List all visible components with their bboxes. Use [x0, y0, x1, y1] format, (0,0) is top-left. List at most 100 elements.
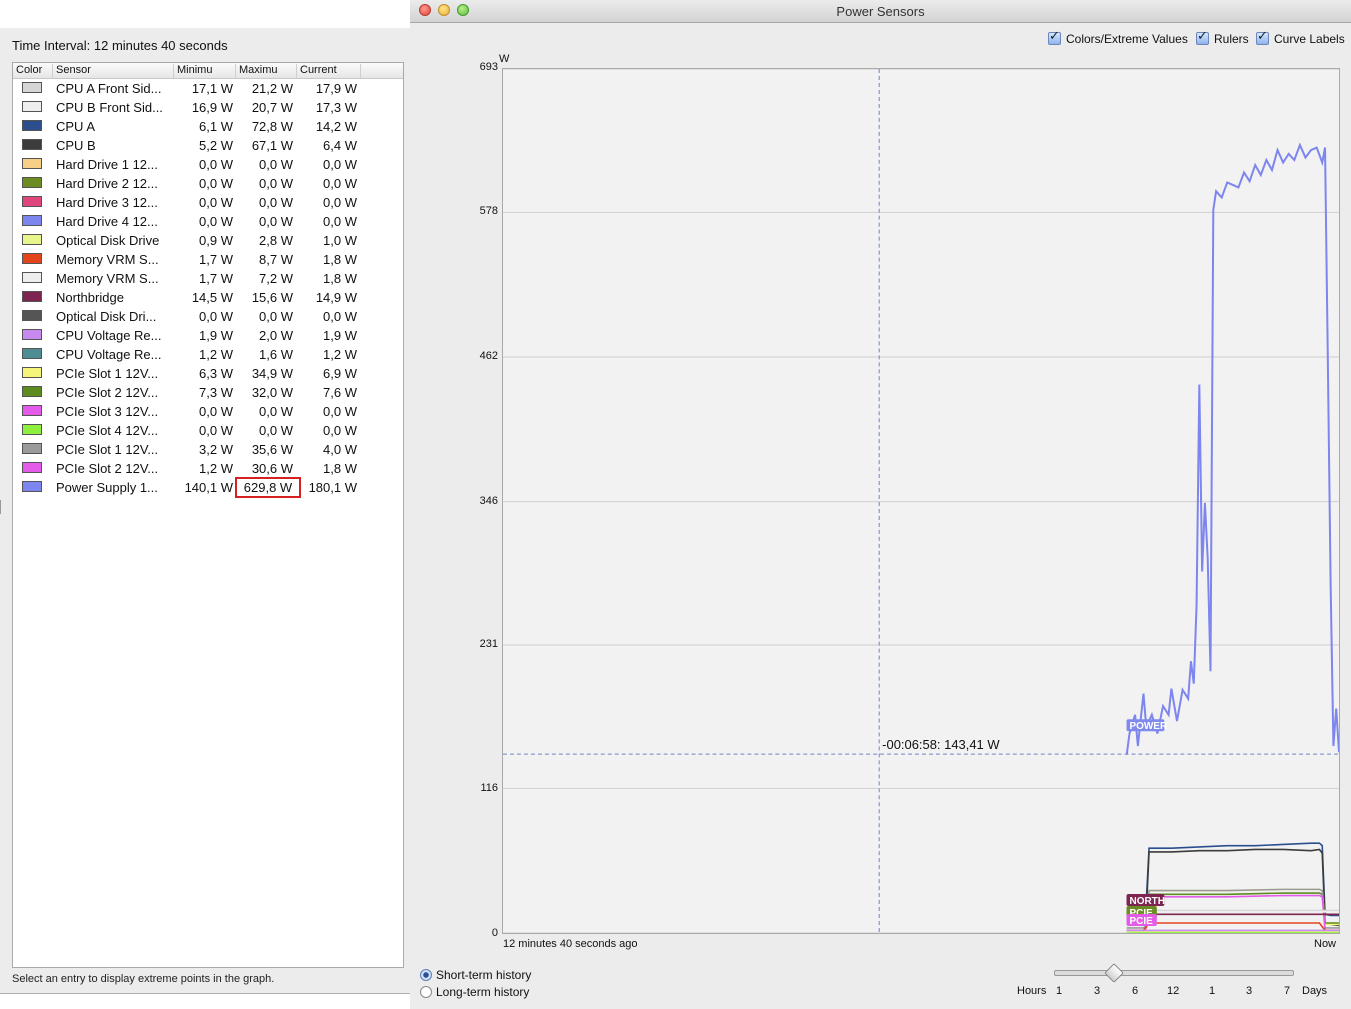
color-swatch: [22, 367, 42, 378]
sensor-minimum: 0,0 W: [199, 214, 233, 229]
color-swatch: [22, 177, 42, 188]
table-row[interactable]: PCIe Slot 4 12V... 0,0 W 0,0 W 0,0 W: [13, 421, 403, 440]
sensor-name: Optical Disk Dri...: [56, 309, 157, 324]
color-swatch: [22, 310, 42, 321]
radio-selected-icon: [420, 969, 432, 981]
sensor-current: 0,0 W: [323, 157, 357, 172]
curve-labels-checkbox[interactable]: Curve Labels: [1256, 29, 1345, 46]
sensor-name: CPU B Front Sid...: [56, 100, 163, 115]
resize-handle[interactable]: [0, 500, 4, 514]
sensor-maximum: 21,2 W: [251, 81, 293, 96]
column-header-current[interactable]: Current: [297, 64, 361, 78]
table-row[interactable]: PCIe Slot 2 12V... 1,2 W 30,6 W 1,8 W: [13, 459, 403, 478]
sensor-current: 180,1 W: [308, 480, 357, 495]
sensor-current: 0,0 W: [323, 214, 357, 229]
sensor-current: 14,2 W: [315, 119, 357, 134]
table-row[interactable]: Memory VRM S... 1,7 W 8,7 W 1,8 W: [13, 250, 403, 269]
table-row[interactable]: Optical Disk Dri... 0,0 W 0,0 W 0,0 W: [13, 307, 403, 326]
sensor-current: 0,0 W: [323, 176, 357, 191]
sensor-maximum: 7,2 W: [259, 271, 293, 286]
color-swatch: [22, 348, 42, 359]
sensor-maximum: 35,6 W: [251, 442, 293, 457]
table-header: Color Sensor Minimu Maximu Current: [13, 63, 403, 79]
sensor-minimum: 7,3 W: [199, 385, 233, 400]
table-row[interactable]: Northbridge 14,5 W 15,6 W 14,9 W: [13, 288, 403, 307]
sensor-maximum: 72,8 W: [251, 119, 293, 134]
sensor-table[interactable]: Color Sensor Minimu Maximu Current CPU A…: [12, 62, 404, 968]
table-row[interactable]: CPU A 6,1 W 72,8 W 14,2 W: [13, 117, 403, 136]
table-row[interactable]: PCIe Slot 1 12V... 3,2 W 35,6 W 4,0 W: [13, 440, 403, 459]
sensor-name: PCIe Slot 2 12V...: [56, 461, 159, 476]
status-text: Select an entry to display extreme point…: [12, 973, 275, 985]
time-scale-slider-track[interactable]: [1054, 970, 1294, 976]
sensor-current: 4,0 W: [323, 442, 357, 457]
sensor-maximum-highlighted: 629,8 W: [235, 477, 301, 498]
sensor-maximum: 34,9 W: [251, 366, 293, 381]
column-header-minimum[interactable]: Minimu: [174, 64, 236, 78]
radio-label: Long-term history: [436, 985, 530, 999]
sensor-maximum: 0,0 W: [259, 176, 293, 191]
table-row[interactable]: CPU B Front Sid... 16,9 W 20,7 W 17,3 W: [13, 98, 403, 117]
sensor-maximum: 0,0 W: [259, 157, 293, 172]
column-header-color[interactable]: Color: [13, 64, 53, 78]
sensor-current: 0,0 W: [323, 404, 357, 419]
title-bar[interactable]: Power Sensors: [410, 0, 1351, 23]
checkbox-checked-icon: [1196, 29, 1209, 45]
sensor-maximum: 1,6 W: [259, 347, 293, 362]
table-row[interactable]: PCIe Slot 2 12V... 7,3 W 32,0 W 7,6 W: [13, 383, 403, 402]
sensor-name: Northbridge: [56, 290, 124, 305]
color-swatch: [22, 196, 42, 207]
table-row[interactable]: CPU Voltage Re... 1,2 W 1,6 W 1,2 W: [13, 345, 403, 364]
table-row[interactable]: PCIe Slot 1 12V... 6,3 W 34,9 W 6,9 W: [13, 364, 403, 383]
sensor-current: 1,8 W: [323, 271, 357, 286]
column-header-maximum[interactable]: Maximu: [236, 64, 297, 78]
sensor-maximum: 30,6 W: [251, 461, 293, 476]
sensor-name: Hard Drive 2 12...: [56, 176, 158, 191]
column-header-sensor[interactable]: Sensor: [53, 64, 174, 78]
table-row[interactable]: CPU A Front Sid... 17,1 W 21,2 W 17,9 W: [13, 79, 403, 98]
sensor-minimum: 1,9 W: [199, 328, 233, 343]
table-row[interactable]: Hard Drive 4 12... 0,0 W 0,0 W 0,0 W: [13, 212, 403, 231]
table-row[interactable]: Memory VRM S... 1,7 W 7,2 W 1,8 W: [13, 269, 403, 288]
sensor-name: CPU A: [56, 119, 96, 134]
color-swatch: [22, 101, 42, 112]
sensor-current: 1,9 W: [323, 328, 357, 343]
scale-tick: 1: [1056, 985, 1063, 997]
sensor-maximum: 20,7 W: [251, 100, 293, 115]
rulers-checkbox[interactable]: Rulers: [1196, 29, 1249, 46]
table-row[interactable]: Hard Drive 3 12... 0,0 W 0,0 W 0,0 W: [13, 193, 403, 212]
y-tick-label: 231: [479, 638, 498, 651]
sensor-name: Hard Drive 1 12...: [56, 157, 158, 172]
table-row[interactable]: Hard Drive 1 12... 0,0 W 0,0 W 0,0 W: [13, 155, 403, 174]
scale-tick: 7: [1284, 985, 1291, 997]
scale-tick: 6: [1132, 985, 1139, 997]
sensor-name: Optical Disk Drive: [56, 233, 160, 248]
long-term-history-radio[interactable]: Long-term history: [420, 985, 529, 999]
table-row[interactable]: Hard Drive 2 12... 0,0 W 0,0 W 0,0 W: [13, 174, 403, 193]
sensor-current: 14,9 W: [315, 290, 357, 305]
sensor-minimum: 0,0 W: [199, 423, 233, 438]
sensor-minimum: 5,2 W: [199, 138, 233, 153]
table-row[interactable]: CPU Voltage Re... 1,9 W 2,0 W 1,9 W: [13, 326, 403, 345]
colors-extreme-values-checkbox[interactable]: Colors/Extreme Values: [1048, 29, 1188, 46]
sensor-minimum: 0,0 W: [199, 404, 233, 419]
y-tick-label: 116: [480, 782, 498, 795]
sensor-name: CPU A Front Sid...: [56, 81, 162, 96]
color-swatch: [22, 386, 42, 397]
short-term-history-radio[interactable]: Short-term history: [420, 968, 531, 982]
sensor-maximum: 2,0 W: [259, 328, 293, 343]
sensor-list-window: Time Interval: 12 minutes 40 seconds Col…: [0, 28, 411, 994]
sensor-maximum: 32,0 W: [251, 385, 293, 400]
table-row[interactable]: Power Supply 1... 140,1 W 629,8 W 180,1 W: [13, 477, 403, 498]
color-swatch: [22, 424, 42, 435]
sensor-current: 1,8 W: [323, 252, 357, 267]
color-swatch: [22, 272, 42, 283]
sensor-minimum: 1,7 W: [199, 252, 233, 267]
power-chart[interactable]: -00:06:58: 143,41 WPOWERNORTHPCIEPCIE: [502, 68, 1340, 934]
sensor-minimum: 3,2 W: [199, 442, 233, 457]
table-row[interactable]: PCIe Slot 3 12V... 0,0 W 0,0 W 0,0 W: [13, 402, 403, 421]
table-row[interactable]: Optical Disk Drive 0,9 W 2,8 W 1,0 W: [13, 231, 403, 250]
time-scale-slider-thumb[interactable]: [1104, 963, 1124, 983]
radio-unselected-icon: [420, 986, 432, 998]
table-row[interactable]: CPU B 5,2 W 67,1 W 6,4 W: [13, 136, 403, 155]
